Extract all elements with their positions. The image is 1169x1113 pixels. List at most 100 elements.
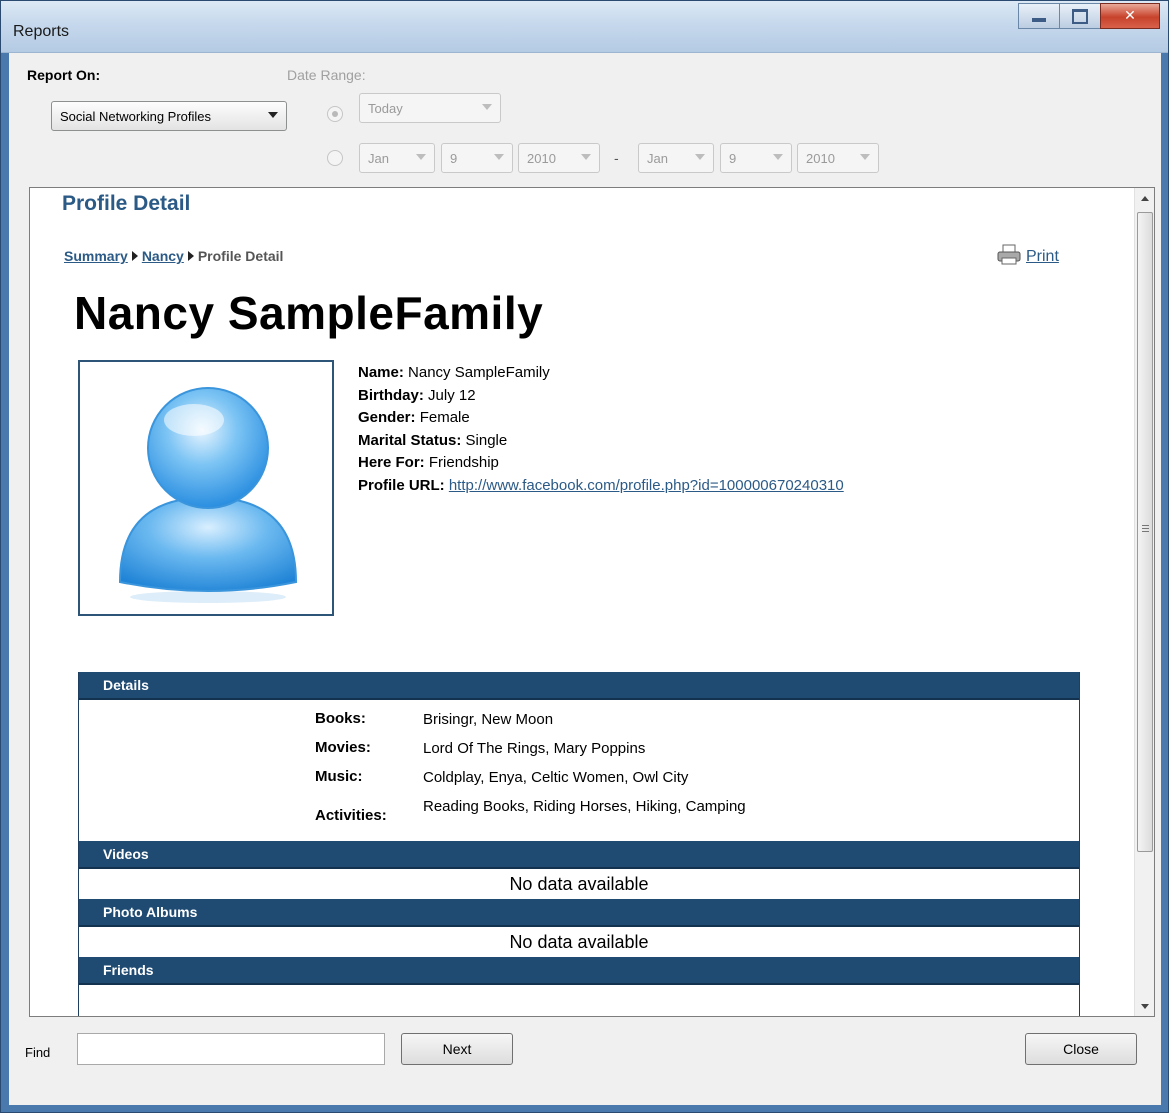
details-label: Music:: [315, 768, 363, 785]
close-button[interactable]: Close: [1025, 1033, 1137, 1065]
details-row-music: Music: Coldplay, Enya, Celtic Women, Owl…: [315, 768, 1079, 788]
info-row-marital-status: Marital Status: Single: [358, 430, 844, 453]
chevron-down-icon: [695, 154, 705, 160]
preset-range-value: Today: [368, 100, 403, 116]
profile-url-link[interactable]: http://www.facebook.com/profile.php?id=1…: [449, 477, 844, 494]
profile-sections: Details Books: Brisingr, New Moon Movies…: [78, 672, 1080, 1016]
chevron-down-icon: [482, 104, 492, 110]
chevron-down-icon: [581, 154, 591, 160]
details-label: Activities:: [315, 807, 387, 824]
details-value: Lord Of The Rings, Mary Poppins: [423, 740, 646, 757]
chevron-down-icon: [773, 154, 783, 160]
info-row-here-for: Here For: Friendship: [358, 452, 844, 475]
info-label: Name:: [358, 364, 404, 381]
find-input[interactable]: [77, 1033, 385, 1065]
to-month-value: Jan: [647, 150, 668, 166]
details-row-movies: Movies: Lord Of The Rings, Mary Poppins: [315, 739, 1079, 759]
details-section-header: Details: [79, 672, 1079, 700]
info-label: Profile URL:: [358, 476, 445, 494]
report-document: Profile Detail Summary Nancy Profile Det…: [30, 188, 1135, 1016]
friends-section-body: [79, 985, 1079, 1016]
to-day-select[interactable]: 9: [720, 143, 792, 173]
to-year-select[interactable]: 2010: [797, 143, 879, 173]
details-row-activities: Activities: Reading Books, Riding Horses…: [315, 797, 1079, 824]
user-avatar-icon: [118, 387, 298, 603]
report-on-label: Report On:: [27, 67, 101, 83]
chevron-right-icon: [187, 251, 194, 261]
date-range-label: Date Range:: [287, 67, 366, 83]
breadcrumb-nancy-link[interactable]: Nancy: [142, 248, 184, 264]
to-month-select[interactable]: Jan: [638, 143, 714, 173]
to-day-value: 9: [729, 150, 737, 166]
from-month-value: Jan: [368, 150, 389, 166]
vertical-scrollbar[interactable]: [1134, 188, 1154, 1016]
info-label: Gender:: [358, 409, 416, 426]
custom-range-radio[interactable]: [327, 150, 343, 166]
reports-window: Reports ✕ Report On: Date Range: Social …: [0, 0, 1169, 1113]
from-month-select[interactable]: Jan: [359, 143, 435, 173]
avatar: [78, 360, 334, 616]
details-value: Brisingr, New Moon: [423, 711, 554, 728]
printer-icon: [997, 244, 1021, 265]
next-button[interactable]: Next: [401, 1033, 513, 1065]
breadcrumb: Summary Nancy Profile Detail: [64, 248, 283, 264]
profile-name-heading: Nancy SampleFamily: [74, 287, 544, 339]
info-value: Single: [465, 431, 508, 449]
scroll-down-icon[interactable]: [1135, 996, 1154, 1016]
chevron-down-icon: [268, 112, 278, 118]
chevron-down-icon: [416, 154, 426, 160]
info-value: July 12: [428, 386, 476, 404]
info-row-name: Name: Nancy SampleFamily: [358, 362, 844, 385]
range-separator: -: [614, 150, 619, 166]
profile-info: Name: Nancy SampleFamily Birthday: July …: [358, 362, 844, 497]
videos-section-header: Videos: [79, 841, 1079, 869]
info-value: Nancy SampleFamily: [408, 364, 550, 381]
print-link[interactable]: Print: [1026, 248, 1059, 266]
details-value: Coldplay, Enya, Celtic Women, Owl City: [423, 769, 689, 786]
breadcrumb-summary-link[interactable]: Summary: [64, 248, 128, 264]
details-value: Reading Books, Riding Horses, Hiking, Ca…: [423, 798, 746, 815]
info-value: Female: [419, 409, 470, 426]
page-title: Profile Detail: [62, 192, 191, 215]
preset-range-select[interactable]: Today: [359, 93, 501, 123]
to-year-value: 2010: [806, 150, 835, 166]
info-label: Here For:: [358, 454, 425, 471]
from-year-select[interactable]: 2010: [518, 143, 600, 173]
client-area: Report On: Date Range: Social Networking…: [9, 53, 1161, 1105]
from-day-value: 9: [450, 150, 458, 166]
info-label: Marital Status:: [358, 431, 462, 449]
chevron-right-icon: [131, 251, 138, 261]
details-label: Books:: [315, 710, 366, 727]
minimize-icon[interactable]: [1018, 3, 1060, 29]
friends-section-header: Friends: [79, 957, 1079, 985]
report-type-select[interactable]: Social Networking Profiles: [51, 101, 287, 131]
videos-empty-message: No data available: [509, 874, 649, 894]
close-icon[interactable]: ✕: [1100, 3, 1160, 29]
details-section-body: Books: Brisingr, New Moon Movies: Lord O…: [79, 700, 1079, 841]
info-value: Friendship: [428, 454, 499, 471]
scroll-thumb[interactable]: [1137, 212, 1153, 852]
photo-albums-section-header: Photo Albums: [79, 899, 1079, 927]
from-day-select[interactable]: 9: [441, 143, 513, 173]
window-controls: ✕: [1018, 3, 1160, 29]
info-row-gender: Gender: Female: [358, 407, 844, 430]
maximize-icon[interactable]: [1059, 3, 1101, 29]
report-type-value: Social Networking Profiles: [60, 108, 212, 124]
grip-icon: [1142, 525, 1149, 532]
scroll-up-icon[interactable]: [1135, 188, 1154, 208]
preset-range-radio[interactable]: [327, 106, 343, 122]
chevron-down-icon: [494, 154, 504, 160]
info-row-profile-url: Profile URL: http://www.facebook.com/pro…: [358, 475, 844, 498]
window-title: Reports: [13, 23, 70, 40]
report-viewer[interactable]: Profile Detail Summary Nancy Profile Det…: [29, 187, 1155, 1017]
print-link-group[interactable]: Print: [996, 244, 1059, 266]
breadcrumb-current: Profile Detail: [197, 248, 284, 264]
details-label: Movies:: [315, 739, 371, 756]
find-label: Find: [25, 1045, 51, 1060]
title-bar[interactable]: Reports ✕: [1, 1, 1168, 53]
details-row-books: Books: Brisingr, New Moon: [315, 710, 1079, 730]
photo-albums-empty-message: No data available: [509, 932, 649, 952]
chevron-down-icon: [860, 154, 870, 160]
from-year-value: 2010: [527, 150, 556, 166]
info-label: Birthday:: [358, 386, 424, 404]
